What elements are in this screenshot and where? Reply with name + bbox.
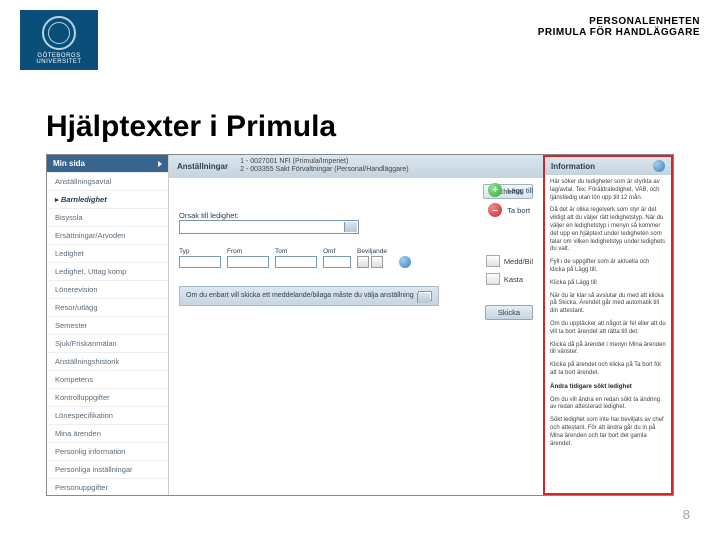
sidebar-item[interactable]: Sjuk/Friskanmälan (47, 334, 168, 352)
tom-input[interactable] (275, 256, 317, 268)
cause-select[interactable] (179, 220, 359, 234)
remove-action[interactable]: – Ta bort (488, 203, 533, 217)
info-paragraph: Här söker du ledigheter som är styrkta a… (550, 179, 666, 202)
sidebar-item[interactable]: Personuppgifter (47, 478, 168, 496)
sidebar-item[interactable]: Lönerevision (47, 280, 168, 298)
typ-input[interactable] (179, 256, 221, 268)
sidebar-item[interactable]: Lönespecifikation (47, 406, 168, 424)
omf-label: Omf (323, 248, 351, 255)
discard-label: Kasta (504, 275, 523, 284)
info-paragraph: Om du vill ändra en redan sökt ta ändrin… (550, 397, 666, 413)
header-subtitle: PRIMULA FÖR HANDLÄGGARE (538, 27, 700, 38)
sidebar: Min sida Anställningsavtal Barnledighet … (47, 155, 169, 495)
attachment-icon (486, 255, 500, 267)
employment-line-2: 2 - 003355 Sakt Förvaltningar (Personal/… (240, 166, 409, 173)
info-subheading: Ändra tidigare sökt ledighet (550, 383, 632, 390)
info-paragraph: Fyll i de uppgifter som är aktuella och … (550, 259, 666, 275)
add-action[interactable]: + Lägg till (488, 183, 533, 197)
main-panel: Anställningar 1 - 0027001 NFI (Primula/I… (169, 155, 543, 495)
sidebar-item-active[interactable]: Barnledighet (47, 190, 168, 208)
sidebar-item[interactable]: Resor/utlägg (47, 298, 168, 316)
info-paragraph: Då det är olika regelverk som styr är de… (550, 207, 666, 254)
info-help-icon[interactable] (653, 160, 665, 172)
attachment-label: Medd/Bil (504, 257, 533, 266)
header-dept: PERSONALENHETEN (538, 16, 700, 27)
info-header: Information (545, 157, 671, 175)
logo-seal (42, 16, 76, 50)
info-panel: Information Här söker du ledigheter som … (543, 155, 673, 495)
info-body: Här söker du ledigheter som är styrkta a… (545, 175, 671, 493)
main-header: Anställningar 1 - 0027001 NFI (Primula/I… (169, 155, 543, 178)
sidebar-item[interactable]: Semester (47, 316, 168, 334)
info-paragraph: Klicka på ärendet och klicka på Ta bort … (550, 362, 666, 378)
calendar-icon[interactable] (371, 256, 383, 268)
note-dropdown[interactable]: Om du enbart vill skicka ett meddelande/… (179, 286, 439, 306)
sidebar-item[interactable]: Anställningsavtal (47, 172, 168, 190)
app-screenshot: Min sida Anställningsavtal Barnledighet … (46, 154, 674, 496)
page-title: Hjälptexter i Primula (46, 110, 720, 144)
sidebar-item[interactable]: Kontrolluppgifter (47, 388, 168, 406)
tom-label: Tom (275, 248, 317, 255)
date-row: Typ From Tom Omf Beviljande (179, 248, 533, 268)
typ-label: Typ (179, 248, 221, 255)
sidebar-item[interactable]: Personlig information (47, 442, 168, 460)
chevron-down-icon (158, 161, 162, 167)
logo-text-2: UNIVERSITET (36, 59, 81, 65)
from-input[interactable] (227, 256, 269, 268)
sidebar-item[interactable]: Bisyssla (47, 208, 168, 226)
sidebar-item[interactable]: Ledighet, Uttag komp (47, 262, 168, 280)
sidebar-head-minsida[interactable]: Min sida (47, 155, 168, 172)
omf-input[interactable] (323, 256, 351, 268)
action-column: + Lägg till – Ta bort (488, 183, 533, 217)
sidebar-head-label: Min sida (53, 159, 85, 168)
send-button[interactable]: Skicka (485, 305, 533, 320)
add-label: Lägg till (507, 186, 533, 195)
sidebar-item[interactable]: Ledighet (47, 244, 168, 262)
note-text: Om du enbart vill skicka ett meddelande/… (186, 292, 414, 299)
remove-label: Ta bort (507, 206, 530, 215)
info-paragraph: När du är klar så avslutar du med att kl… (550, 293, 666, 316)
info-paragraph: Klicka då på ärendet i menyn Mina ärende… (550, 342, 666, 358)
calendar-icon[interactable] (357, 256, 369, 268)
info-paragraph: Klicka på Lägg till (550, 280, 666, 288)
minus-icon: – (488, 203, 502, 217)
help-icon[interactable] (399, 256, 411, 268)
discard-button[interactable]: Kasta (486, 273, 523, 285)
page-number: 8 (683, 507, 690, 522)
info-title: Information (551, 162, 595, 171)
sidebar-item[interactable]: Personliga inställningar (47, 460, 168, 478)
sidebar-item[interactable]: Kompetens (47, 370, 168, 388)
university-logo: GÖTEBORGS UNIVERSITET (20, 10, 98, 70)
employment-line-1: 1 - 0027001 NFI (Primula/Imperiet) (240, 158, 348, 165)
cause-label: Orsak till ledighet: (179, 211, 533, 220)
attachment-button[interactable]: Medd/Bil (486, 255, 533, 267)
from-label: From (227, 248, 269, 255)
note-select-arrow (418, 291, 432, 301)
info-paragraph: Om du upptäcker att något är fel eller a… (550, 321, 666, 337)
bevilgande-label: Beviljande (357, 248, 387, 255)
trash-icon (486, 273, 500, 285)
sidebar-item[interactable]: Mina ärenden (47, 424, 168, 442)
plus-icon: + (488, 183, 502, 197)
sidebar-item[interactable]: Ersättningar/Arvoden (47, 226, 168, 244)
info-paragraph: Sökt ledighet som inte har beviljats av … (550, 417, 666, 448)
sidebar-item[interactable]: Anställningshistorik (47, 352, 168, 370)
main-header-title: Anställningar (177, 162, 228, 171)
